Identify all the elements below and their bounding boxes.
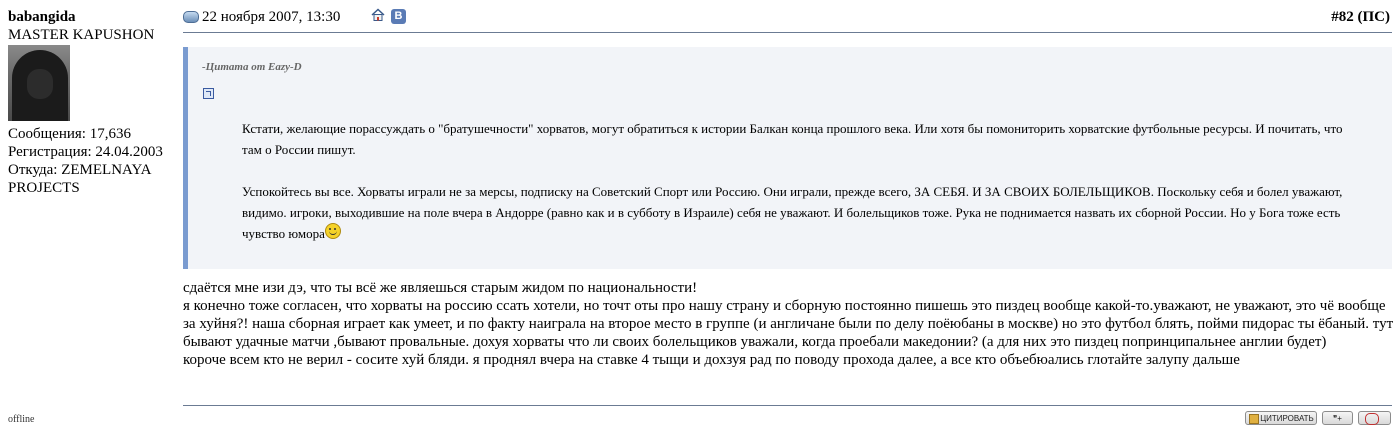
multiquote-button-label: ❞+	[1333, 414, 1342, 423]
post-message-line: я конечно тоже согласен, что хорваты на …	[183, 298, 1394, 350]
reply-icon	[1365, 413, 1379, 425]
quote-paragraph-text: Успокойтесь вы все. Хорваты играли не за…	[242, 184, 1343, 241]
smiley-icon	[324, 223, 341, 239]
quote-button-icon	[1249, 414, 1259, 424]
avatar[interactable]	[8, 45, 70, 121]
multiquote-button[interactable]: ❞+	[1322, 411, 1353, 425]
post-message-line: сдаётся мне изи дэ, что ты всё же являеш…	[183, 280, 698, 296]
quote-paragraph: Успокойтесь вы все. Хорваты играли не за…	[242, 181, 1352, 244]
post-message-line: короче всем кто не верил - сосите хуй бл…	[183, 352, 1240, 368]
user-location: Откуда: ZEMELNAYA PROJECTS	[8, 162, 151, 196]
quote-button[interactable]: ЦИТИРОВАТЬ	[1245, 411, 1317, 425]
home-icon[interactable]	[371, 8, 385, 22]
quote-author: -Цитата от Eazy-D	[202, 61, 302, 73]
post-number[interactable]: #82 (ПС)	[1331, 9, 1390, 26]
reply-button[interactable]	[1358, 411, 1391, 425]
post-message: сдаётся мне изи дэ, что ты всё же являеш…	[183, 279, 1395, 369]
post-header: 22 ноября 2007, 13:30 В #82 (ПС)	[183, 8, 1392, 33]
quote-paragraph: Кстати, желающие порассуждать о "братуше…	[242, 121, 1343, 157]
quote-body: Кстати, желающие порассуждать о "братуше…	[242, 118, 1352, 265]
quote-block: -Цитата от Eazy-D Кстати, желающие порас…	[183, 47, 1392, 269]
user-posts-count: Сообщения: 17,636	[8, 126, 131, 142]
post-date: 22 ноября 2007, 13:30	[202, 9, 341, 25]
user-info: babangida MASTER KAPUSHON Сообщения: 17,…	[8, 8, 178, 197]
user-registration: Регистрация: 24.04.2003	[8, 144, 163, 160]
vk-icon[interactable]: В	[391, 9, 406, 24]
user-status: offline	[8, 414, 35, 425]
avatar-face	[27, 69, 53, 99]
post-footer-divider	[183, 405, 1392, 406]
post-icon	[183, 11, 199, 23]
quote-link-icon[interactable]	[203, 88, 214, 99]
user-title: MASTER KAPUSHON	[8, 27, 155, 43]
quote-button-label: ЦИТИРОВАТЬ	[1260, 414, 1314, 423]
username[interactable]: babangida	[8, 8, 178, 26]
